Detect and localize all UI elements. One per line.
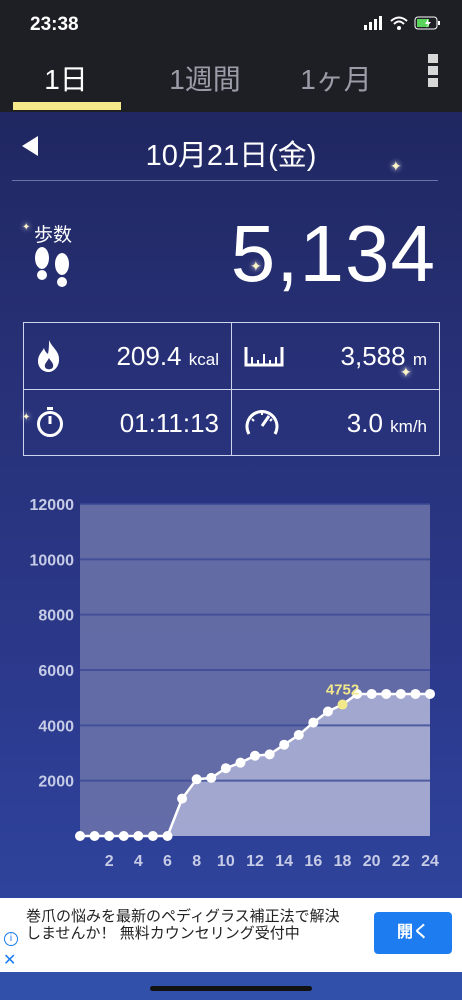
chart-point (293, 730, 304, 741)
x-tick-label: 12 (246, 853, 264, 870)
y-tick-label: 8000 (38, 608, 74, 625)
flame-icon (38, 340, 60, 372)
y-tick-label: 4000 (38, 718, 74, 735)
y-tick-label: 6000 (38, 663, 74, 680)
status-time: 23:38 (30, 14, 79, 35)
speed-cell: 3.0 km/h (232, 390, 439, 456)
more-menu-icon[interactable] (428, 54, 440, 90)
wifi-icon (390, 16, 408, 30)
chart-point (381, 688, 392, 699)
sparkle-icon: ✦ (250, 258, 262, 274)
sparkle-icon: ✦ (390, 158, 402, 174)
sparkle-icon: ✦ (22, 222, 31, 233)
chart-point (264, 749, 275, 760)
ad-banner[interactable]: i ✕ 巻爪の悩みを最新のペディグラス補正法で解決しませんか！ 無料カウンセリン… (0, 898, 462, 972)
chart-point (89, 831, 100, 841)
chart-highlight-label: 4752 (326, 682, 359, 699)
x-tick-label: 24 (421, 853, 439, 870)
x-tick-label: 14 (275, 853, 293, 870)
chart-point (250, 750, 260, 761)
chart-point (118, 831, 129, 841)
chart-point (220, 763, 231, 774)
distance-unit: m (412, 350, 427, 369)
y-tick-label: 2000 (38, 774, 74, 791)
signal-icon (364, 16, 382, 30)
chart-point (337, 699, 348, 710)
chart-point (410, 688, 421, 699)
tab-day[interactable]: 1日 (20, 58, 112, 98)
x-tick-label: 6 (163, 853, 172, 870)
battery-icon (414, 16, 440, 30)
chart-point (366, 688, 377, 699)
info-icon[interactable]: i (4, 932, 18, 946)
x-tick-label: 20 (363, 853, 381, 870)
y-tick-label: 10000 (30, 552, 75, 569)
calories-value: 209.4 (116, 341, 182, 371)
chart-point (279, 739, 290, 750)
time-cell: 01:11:13 (24, 390, 231, 456)
close-icon[interactable]: ✕ (3, 950, 16, 970)
home-area (0, 972, 462, 1000)
speed-unit: km/h (390, 417, 427, 436)
x-tick-label: 22 (392, 853, 410, 870)
chart-point (177, 793, 188, 804)
speed-value: 3.0 (346, 408, 383, 438)
calories-unit: kcal (188, 350, 219, 369)
tab-indicator (13, 102, 121, 110)
stopwatch-icon (37, 407, 63, 437)
chart-point (308, 717, 319, 728)
chart-point (395, 688, 406, 699)
chart-point (162, 831, 173, 841)
chart-point (322, 706, 333, 717)
stats-grid: 209.4 kcal 3,588 m 01:11:13 3.0 km/h (23, 322, 440, 456)
ad-text: 巻爪の悩みを最新のペディグラス補正法で解決しませんか！ 無料カウンセリング受付中 (26, 908, 340, 942)
chart-point (104, 831, 115, 841)
x-tick-label: 2 (105, 853, 114, 870)
home-indicator[interactable] (150, 986, 312, 991)
x-tick-label: 10 (217, 853, 235, 870)
steps-count: 5,134 (230, 209, 436, 298)
ruler-icon (244, 347, 284, 367)
time-value: 01:11:13 (119, 408, 219, 438)
chart-point (133, 831, 144, 841)
tab-week[interactable]: 1週間 (150, 58, 260, 98)
footprints-icon (35, 247, 69, 287)
status-icons (364, 16, 442, 30)
chart-point (147, 831, 158, 841)
distance-value: 3,588 (340, 341, 406, 371)
sparkle-icon: ✦ (400, 364, 412, 380)
sparkle-icon: ✦ (22, 412, 31, 423)
divider (12, 180, 438, 181)
chart-point (235, 757, 246, 768)
x-tick-label: 8 (192, 853, 201, 870)
x-tick-label: 18 (334, 853, 352, 870)
x-tick-label: 16 (304, 853, 322, 870)
x-tick-label: 4 (134, 853, 143, 870)
speedometer-icon (245, 410, 279, 435)
steps-label: 歩数 (34, 225, 73, 246)
tab-month[interactable]: 1ヶ月 (290, 58, 382, 98)
steps-chart: 2000400060008000100001200047522 4 6 8 10 12 14… (30, 497, 440, 870)
y-tick-label: 12000 (30, 497, 75, 514)
chart-point (191, 774, 202, 785)
chart-point (206, 772, 217, 783)
chart-point (425, 688, 435, 699)
chart-point (75, 831, 85, 841)
ad-open-button[interactable]: 開く (374, 912, 452, 954)
calories-cell: 209.4 kcal (24, 323, 231, 389)
